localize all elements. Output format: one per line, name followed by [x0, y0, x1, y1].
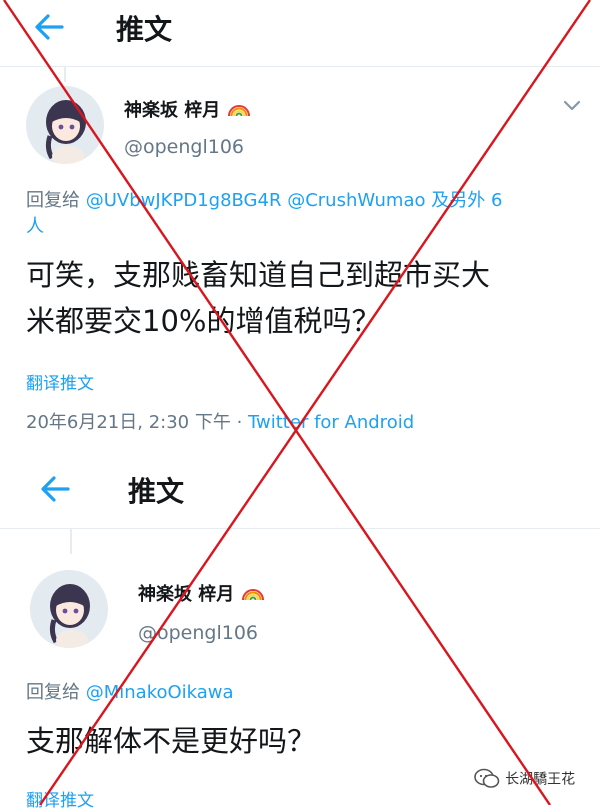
wechat-icon — [474, 768, 500, 788]
display-name: 神楽坂 梓月 — [138, 584, 235, 605]
display-name-row[interactable]: 神楽坂 梓月 — [138, 580, 265, 606]
back-arrow-icon[interactable] — [32, 12, 66, 42]
rainbow-emoji-icon — [227, 105, 250, 117]
avatar[interactable] — [30, 570, 108, 648]
page-title: 推文 — [128, 475, 185, 508]
thread-line — [64, 66, 66, 82]
tweet-text: 支那解体不是更好吗？ — [26, 724, 317, 758]
user-handle[interactable]: @opengl106 — [138, 622, 258, 644]
reply-prefix: 回复给 — [26, 190, 80, 211]
reply-context: 回复给 @MinakoOikawa — [26, 680, 234, 706]
reply-others-link[interactable]: 及另外 6 — [431, 190, 502, 211]
display-name-row[interactable]: 神楽坂 梓月 — [124, 96, 251, 122]
header-divider — [0, 528, 600, 529]
header-divider — [0, 66, 600, 67]
back-arrow-icon[interactable] — [38, 474, 72, 504]
translate-tweet-link[interactable]: 翻译推文 — [26, 369, 94, 394]
avatar[interactable] — [26, 86, 104, 164]
tweet-metadata: 20年6月21日, 2:30 下午 · Twitter for Android — [26, 408, 414, 434]
display-name: 神楽坂 梓月 — [124, 100, 221, 121]
reply-mentions-link[interactable]: @UVbwJKPD1g8BG4R @CrushWumao — [86, 190, 426, 211]
tweet-text-line: 可笑，支那贱畜知道自己到超市买大 — [26, 258, 491, 292]
tweet-text: 可笑，支那贱畜知道自己到超市买大 米都要交10%的增值税吗？ — [26, 252, 596, 344]
watermark-text: 长湖驕王花 — [505, 771, 576, 788]
timestamp: 20年6月21日, 2:30 下午 · — [26, 412, 249, 433]
page-title: 推文 — [116, 13, 173, 46]
rainbow-emoji-icon — [241, 589, 264, 601]
reply-context: 回复给 @UVbwJKPD1g8BG4R @CrushWumao 及另外 6 人 — [26, 188, 586, 240]
reply-mentions-link[interactable]: @MinakoOikawa — [86, 682, 234, 703]
source-link[interactable]: Twitter for Android — [248, 412, 414, 433]
avatar-illustration — [30, 570, 108, 648]
thread-line — [70, 528, 72, 554]
reply-others-link-cont[interactable]: 人 — [26, 216, 44, 237]
translate-tweet-link[interactable]: 翻译推文 — [26, 786, 94, 811]
watermark: 长湖驕王花 — [474, 768, 575, 790]
avatar-illustration — [26, 86, 104, 164]
reply-prefix: 回复给 — [26, 682, 80, 703]
chevron-down-icon[interactable] — [562, 98, 582, 112]
user-handle[interactable]: @opengl106 — [124, 136, 244, 158]
tweet-text-line: 米都要交10%的增值税吗？ — [26, 304, 381, 338]
